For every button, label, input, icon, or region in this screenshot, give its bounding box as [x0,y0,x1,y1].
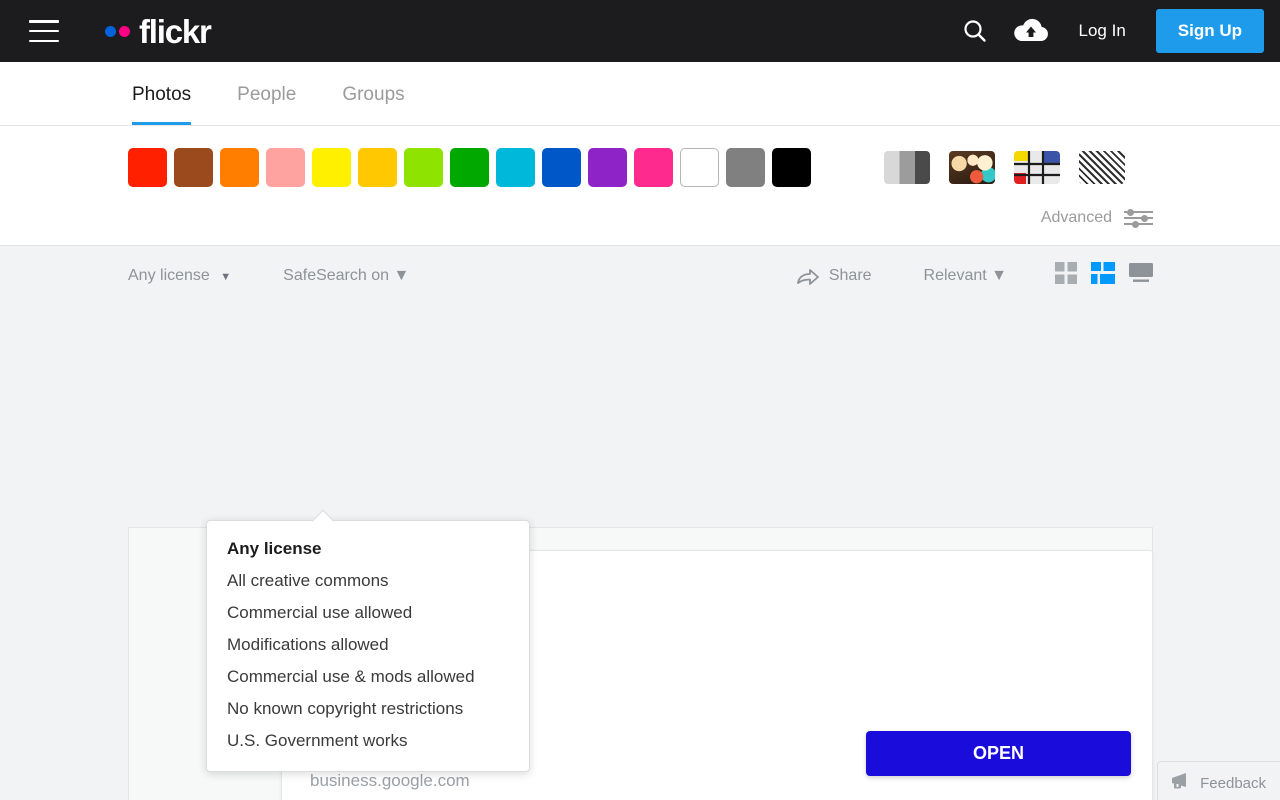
advanced-label[interactable]: Advanced [1041,209,1112,227]
search-tabs-section: Photos People Groups Advanced [0,62,1280,245]
color-swatch-magenta[interactable] [634,148,673,187]
chevron-down-icon: ▼ [393,266,410,284]
grid-view-icon[interactable] [1055,262,1077,289]
search-icon[interactable] [947,0,1003,62]
cloud-upload-icon[interactable] [1003,0,1059,62]
chevron-down-icon: ▼ [220,270,232,283]
tab-photos[interactable]: Photos [132,62,192,125]
sort-dropdown[interactable]: Relevant ▼ [924,267,1007,285]
license-option-commercial-use-allowed[interactable]: Commercial use allowed [207,597,529,629]
style-filter-minimalist-icon[interactable] [1014,151,1060,184]
license-option-commercial-use-and-mods-allowed[interactable]: Commercial use & mods allowed [207,661,529,693]
license-dropdown-menu: Any license All creative commons Commerc… [206,520,530,772]
logo-dot-blue-icon [105,25,116,37]
flickr-logo[interactable]: flickr [105,12,212,50]
share-button[interactable]: Share [796,266,872,286]
color-swatch-red[interactable] [128,148,167,187]
color-swatch-gray[interactable] [726,148,765,187]
license-option-all-creative-commons[interactable]: All creative commons [207,565,529,597]
license-option-us-government-works[interactable]: U.S. Government works [207,725,529,757]
color-swatch-green[interactable] [450,148,489,187]
style-filter-patterns-icon[interactable] [1079,151,1125,184]
color-swatch-black[interactable] [772,148,811,187]
color-swatch-orange[interactable] [220,148,259,187]
license-filter-label: Any license [128,266,210,284]
color-swatch-cyan[interactable] [496,148,535,187]
tab-groups[interactable]: Groups [342,62,404,125]
safesearch-filter-label: SafeSearch on [283,266,390,284]
color-swatch-gold[interactable] [358,148,397,187]
tab-people[interactable]: People [237,62,296,125]
logo-dot-pink-icon [119,25,130,37]
search-tabs: Photos People Groups [0,62,1280,126]
color-swatch-brown[interactable] [174,148,213,187]
feedback-label: Feedback [1200,775,1266,792]
style-filter-black-and-white-icon[interactable] [884,151,930,184]
sort-label: Relevant [923,266,987,284]
license-option-modifications-allowed[interactable]: Modifications allowed [207,629,529,661]
advertisement-open-button[interactable]: OPEN [866,731,1131,776]
license-filter-dropdown[interactable]: Any license ▼ [128,267,231,285]
color-swatch-white[interactable] [680,148,719,187]
view-mode-switcher [1055,262,1153,289]
justified-view-icon[interactable] [1091,262,1115,289]
log-in-button[interactable]: Log In [1059,21,1146,41]
color-swatch-lime[interactable] [404,148,443,187]
color-swatch-yellow[interactable] [312,148,351,187]
feedback-button[interactable]: Feedback [1157,761,1280,800]
color-swatch-list [128,148,811,187]
slideshow-view-icon[interactable] [1129,263,1153,288]
top-nav-actions: Log In Sign Up [947,0,1264,62]
top-navigation-bar: flickr Log In Sign Up [0,0,1280,62]
share-label: Share [828,266,872,284]
color-swatch-purple[interactable] [588,148,627,187]
license-option-no-known-copyright-restrictions[interactable]: No known copyright restrictions [207,693,529,725]
license-option-any-license[interactable]: Any license [207,533,529,565]
advertisement-url: business.google.com [310,771,470,790]
visual-filters-row [0,126,1280,195]
sign-up-button[interactable]: Sign Up [1155,9,1264,53]
style-filter-shallow-depth-of-field-icon[interactable] [949,151,995,184]
advanced-search-row: Advanced [0,195,1280,245]
megaphone-icon [1170,772,1192,795]
chevron-down-icon: ▼ [991,266,1007,284]
safesearch-filter-dropdown[interactable]: SafeSearch on ▼ [283,267,409,285]
results-filter-bar-right: Share Relevant ▼ [796,262,1153,289]
color-swatch-blue[interactable] [542,148,581,187]
results-filter-bar: Any license ▼ SafeSearch on ▼ Share Rele… [0,246,1280,289]
color-swatch-salmon[interactable] [266,148,305,187]
sliders-icon[interactable] [1124,208,1153,228]
style-filter-list [884,151,1125,184]
logo-wordmark: flickr [139,12,212,50]
search-results-area: Any license ▼ SafeSearch on ▼ Share Rele… [0,245,1280,800]
hamburger-icon[interactable] [29,20,59,42]
